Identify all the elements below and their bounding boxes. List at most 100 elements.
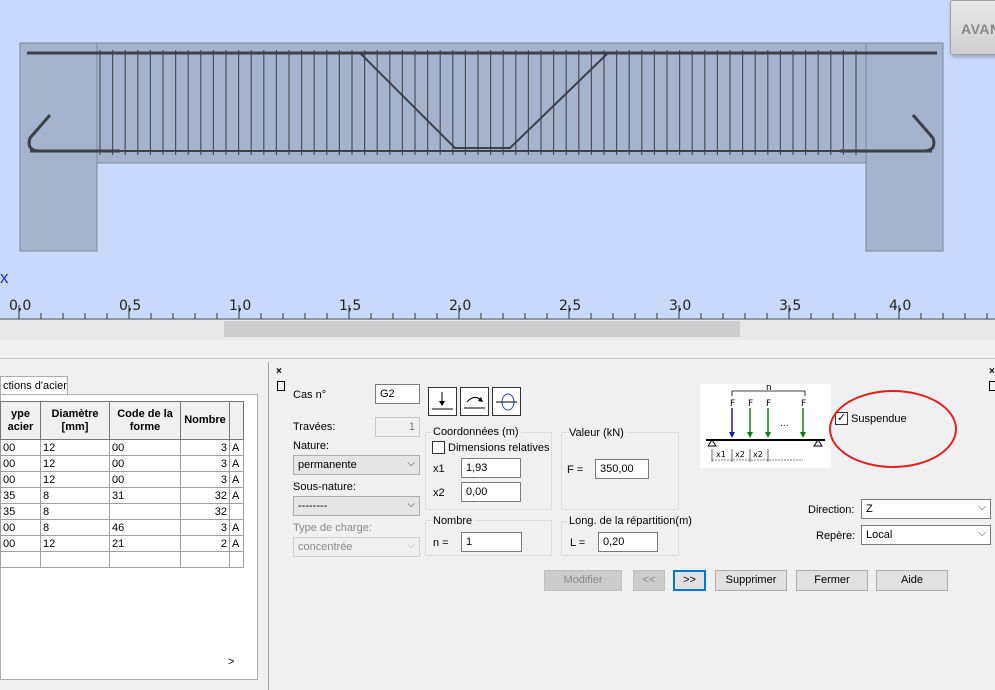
table-cell[interactable]: A: [229, 535, 244, 552]
scroll-right-icon[interactable]: >: [228, 656, 234, 668]
table-row[interactable]: 00 8 46 3 A: [0, 519, 244, 536]
n-input[interactable]: 1: [461, 532, 522, 552]
table-row[interactable]: 00 12 00 3 A: [0, 455, 244, 472]
table-cell[interactable]: 21: [109, 535, 181, 552]
close-icon[interactable]: ×: [989, 367, 995, 378]
sous-nature-select[interactable]: -------- ⌵: [293, 496, 420, 516]
tab-sections-acier[interactable]: ctions d'acier: [0, 376, 68, 395]
table-cell[interactable]: 00: [0, 519, 41, 536]
table-cell[interactable]: 8: [40, 487, 110, 504]
dimensions-relatives-checkbox[interactable]: [432, 441, 445, 454]
table-cell[interactable]: 00: [109, 455, 181, 472]
x1-input[interactable]: 1,93: [461, 458, 521, 478]
direction-select[interactable]: Z ⌵: [861, 499, 991, 519]
table-cell[interactable]: 3: [180, 471, 230, 488]
x2-input[interactable]: 0,00: [461, 482, 521, 502]
table-cell[interactable]: [229, 551, 244, 568]
type-charge-select: concentrée ⌵: [293, 537, 420, 557]
steel-table[interactable]: ype acier Diamètre [mm] Code de la forme…: [0, 401, 244, 568]
beam-canvas[interactable]: AVAN x 0,0 0,5 1,0 1,5 2,0 2,5 3,0 3,5 4,0: [0, 0, 995, 340]
repere-select[interactable]: Local ⌵: [861, 525, 991, 545]
table-cell[interactable]: 3: [180, 519, 230, 536]
travees-label: Travées:: [293, 421, 336, 433]
modifier-button[interactable]: Modifier: [544, 570, 622, 591]
f-input[interactable]: 350,00: [595, 459, 649, 479]
table-cell[interactable]: 00: [0, 455, 41, 472]
n-label: n =: [433, 537, 449, 549]
chevron-down-icon: ⌵: [407, 540, 415, 551]
beam-body: [96, 42, 867, 164]
table-cell[interactable]: 12: [40, 471, 110, 488]
table-cell[interactable]: 32: [180, 487, 230, 504]
table-cell[interactable]: 31: [109, 487, 181, 504]
table-row[interactable]: 00 12 21 2 A: [0, 535, 244, 552]
x-axis-label: x: [0, 268, 9, 287]
table-cell[interactable]: 8: [40, 503, 110, 520]
table-cell[interactable]: [180, 551, 230, 568]
table-row[interactable]: 00 12 00 3 A: [0, 439, 244, 456]
table-row[interactable]: 35 8 32: [0, 503, 244, 520]
chevron-down-icon: ⌵: [978, 502, 986, 513]
longueur-title: Long. de la répartition(m): [567, 515, 694, 527]
table-cell[interactable]: 00: [109, 439, 181, 456]
axis-tick-label: 1,0: [229, 298, 252, 314]
axis-tick-label: 2,5: [559, 298, 582, 314]
pin-icon[interactable]: [277, 381, 285, 391]
table-cell[interactable]: A: [229, 471, 244, 488]
table-cell[interactable]: 00: [109, 471, 181, 488]
scrollbar-thumb[interactable]: [224, 321, 740, 337]
table-cell[interactable]: 8: [40, 519, 110, 536]
fermer-button[interactable]: Fermer: [796, 570, 868, 591]
nature-select[interactable]: permanente ⌵: [293, 455, 420, 475]
pin-icon[interactable]: [989, 381, 995, 391]
table-cell[interactable]: [229, 503, 244, 520]
table-cell[interactable]: A: [229, 519, 244, 536]
coordonnees-title: Coordonnées (m): [431, 426, 521, 438]
table-row[interactable]: [0, 551, 244, 568]
supprimer-button[interactable]: Supprimer: [715, 570, 787, 591]
moment-icon-button[interactable]: [460, 387, 489, 416]
table-cell[interactable]: 12: [40, 455, 110, 472]
svg-text:F: F: [730, 399, 735, 409]
table-cell[interactable]: [40, 551, 110, 568]
col-nombre[interactable]: Nombre: [180, 401, 230, 440]
l-input[interactable]: 0,20: [598, 532, 658, 552]
svg-text:x2: x2: [735, 450, 745, 459]
splitter[interactable]: [0, 358, 995, 359]
table-cell[interactable]: A: [229, 455, 244, 472]
aide-button[interactable]: Aide: [876, 570, 948, 591]
close-icon[interactable]: ×: [276, 367, 286, 378]
table-cell[interactable]: 2: [180, 535, 230, 552]
col-extra[interactable]: [229, 401, 244, 440]
next-button[interactable]: >>: [673, 570, 706, 591]
table-cell[interactable]: 46: [109, 519, 181, 536]
table-cell[interactable]: 32: [180, 503, 230, 520]
load-down-icon-button[interactable]: [428, 387, 457, 416]
table-cell[interactable]: 00: [0, 471, 41, 488]
avant-button[interactable]: AVAN: [950, 0, 995, 55]
table-cell[interactable]: [109, 503, 181, 520]
type-charge-label: Type de charge:: [293, 522, 372, 534]
col-type-acier[interactable]: ype acier: [0, 401, 41, 440]
previous-button[interactable]: <<: [633, 570, 665, 591]
table-cell[interactable]: 12: [40, 535, 110, 552]
direction-label: Direction:: [808, 504, 855, 516]
cas-input[interactable]: G2: [375, 384, 420, 404]
table-cell[interactable]: A: [229, 487, 244, 504]
table-cell[interactable]: [0, 551, 41, 568]
table-cell[interactable]: 35: [0, 503, 41, 520]
table-cell[interactable]: 35: [0, 487, 41, 504]
col-code-forme[interactable]: Code de la forme: [109, 401, 181, 440]
table-cell[interactable]: [109, 551, 181, 568]
table-cell[interactable]: 00: [0, 535, 41, 552]
table-cell[interactable]: 00: [0, 439, 41, 456]
table-row[interactable]: 00 12 00 3 A: [0, 471, 244, 488]
table-cell[interactable]: 3: [180, 455, 230, 472]
torsion-icon-button[interactable]: [492, 387, 521, 416]
col-diametre[interactable]: Diamètre [mm]: [40, 401, 110, 440]
table-row[interactable]: 35 8 31 32 A: [0, 487, 244, 504]
table-cell[interactable]: A: [229, 439, 244, 456]
x2-label: x2: [433, 487, 445, 499]
table-cell[interactable]: 12: [40, 439, 110, 456]
table-cell[interactable]: 3: [180, 439, 230, 456]
